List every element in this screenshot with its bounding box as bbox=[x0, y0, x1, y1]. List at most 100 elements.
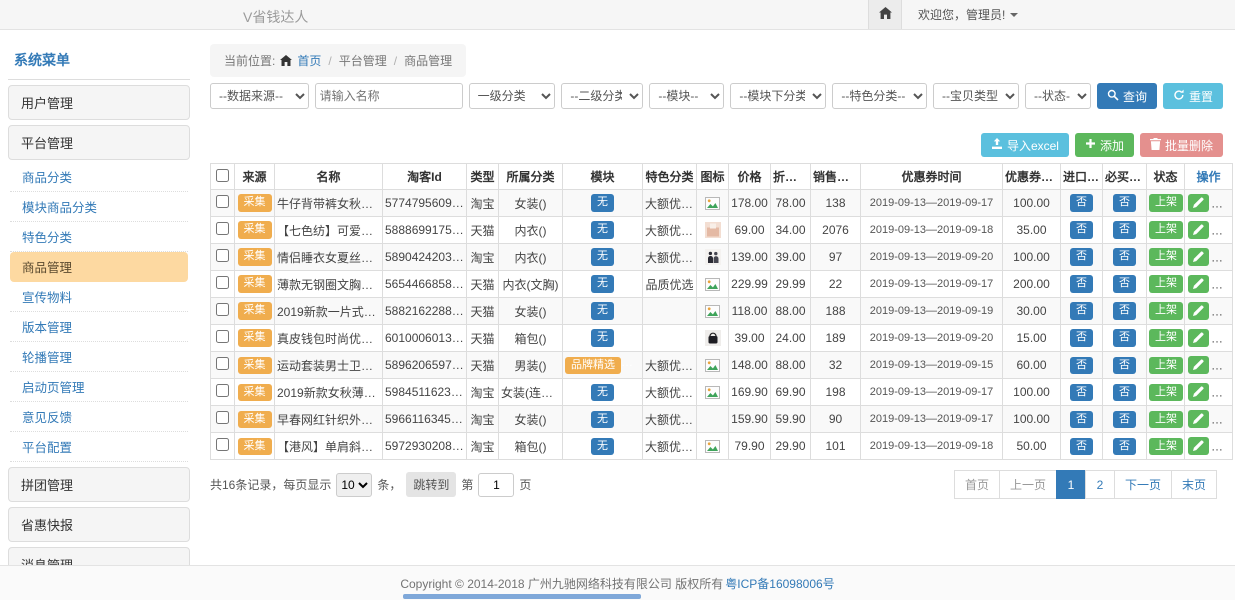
sidebar-item-product-management[interactable]: 商品管理 bbox=[10, 252, 188, 282]
coupon-amount-cell: 200.00 bbox=[1003, 271, 1061, 298]
must-buy-badge: 否 bbox=[1113, 221, 1136, 238]
row-checkbox[interactable] bbox=[216, 438, 229, 451]
add-button[interactable]: 添加 bbox=[1075, 133, 1134, 157]
select-all-checkbox[interactable] bbox=[216, 169, 229, 182]
import-choice-cell: 否 bbox=[1061, 217, 1103, 244]
sales-count-cell: 189 bbox=[811, 325, 861, 352]
row-select-cell bbox=[211, 271, 235, 298]
sidebar-group-platform-management[interactable]: 平台管理 bbox=[8, 125, 190, 160]
feature-category-select[interactable]: --特色分类-- bbox=[832, 83, 927, 109]
module-subcategory-select[interactable]: --模块下分类-- bbox=[730, 83, 826, 109]
reset-button[interactable]: 重置 bbox=[1163, 83, 1223, 109]
level1-category-select[interactable]: 一级分类 bbox=[469, 83, 556, 109]
module-badge: 无 bbox=[591, 384, 614, 401]
row-checkbox[interactable] bbox=[216, 249, 229, 262]
edit-button[interactable] bbox=[1188, 221, 1209, 239]
sidebar-item-feature-category[interactable]: 特色分类 bbox=[10, 222, 188, 252]
broken-image-icon bbox=[705, 386, 720, 399]
row-select-cell bbox=[211, 217, 235, 244]
home-button[interactable] bbox=[868, 0, 902, 29]
product-name-cell: 真皮钱包时尚优雅女士... bbox=[275, 325, 383, 352]
table-actions: 导入excel 添加 批量删除 bbox=[210, 133, 1223, 157]
sidebar-item-version-management[interactable]: 版本管理 bbox=[10, 312, 188, 342]
breadcrumb: 当前位置: 首页 / 平台管理 / 商品管理 bbox=[210, 44, 466, 77]
feature-category-cell bbox=[643, 298, 697, 325]
sales-count-cell: 97 bbox=[811, 244, 861, 271]
sidebar-item-feedback[interactable]: 意见反馈 bbox=[10, 402, 188, 432]
trash-icon bbox=[1150, 138, 1161, 153]
jump-page-input[interactable] bbox=[478, 473, 514, 497]
operations-cell bbox=[1185, 190, 1233, 217]
status-cell: 上架 bbox=[1147, 433, 1185, 460]
source-cell: 采集 bbox=[235, 379, 275, 406]
edit-button[interactable] bbox=[1188, 248, 1209, 266]
price-cell: 39.00 bbox=[729, 325, 771, 352]
name-input[interactable] bbox=[315, 83, 463, 109]
row-checkbox[interactable] bbox=[216, 384, 229, 397]
import-excel-button[interactable]: 导入excel bbox=[981, 133, 1069, 157]
edit-button[interactable] bbox=[1188, 302, 1209, 320]
status-cell: 上架 bbox=[1147, 352, 1185, 379]
module-select[interactable]: --模块-- bbox=[649, 83, 724, 109]
sidebar-item-product-category[interactable]: 商品分类 bbox=[10, 162, 188, 192]
module-badge: 无 bbox=[591, 438, 614, 455]
page-button-末页[interactable]: 末页 bbox=[1171, 470, 1217, 499]
edit-button[interactable] bbox=[1188, 437, 1209, 455]
operations-cell bbox=[1185, 433, 1233, 460]
page-button-首页[interactable]: 首页 bbox=[954, 470, 1000, 499]
row-checkbox[interactable] bbox=[216, 411, 229, 424]
page-button-下一页[interactable]: 下一页 bbox=[1114, 470, 1172, 499]
batch-delete-button[interactable]: 批量删除 bbox=[1140, 133, 1223, 157]
sidebar-item-promo-materials[interactable]: 宣传物料 bbox=[10, 282, 188, 312]
sidebar-item-splash-page-management[interactable]: 启动页管理 bbox=[10, 372, 188, 402]
page-button-上一页[interactable]: 上一页 bbox=[999, 470, 1057, 499]
row-checkbox[interactable] bbox=[216, 276, 229, 289]
edit-button[interactable] bbox=[1188, 410, 1209, 428]
upload-icon bbox=[991, 138, 1003, 153]
breadcrumb-home-link[interactable]: 首页 bbox=[297, 52, 321, 69]
shop-type-cell: 天猫 bbox=[467, 352, 499, 379]
page-button-1[interactable]: 1 bbox=[1056, 470, 1086, 499]
sidebar-item-module-product-category[interactable]: 模块商品分类 bbox=[10, 192, 188, 222]
edit-icon bbox=[1193, 331, 1204, 346]
data-source-select[interactable]: --数据来源-- bbox=[210, 83, 309, 109]
item-type-select[interactable]: --宝贝类型-- bbox=[933, 83, 1019, 109]
search-button[interactable]: 查询 bbox=[1097, 83, 1157, 109]
level2-category-select[interactable]: --二级分类-- bbox=[561, 83, 643, 109]
sidebar-submenu: 商品分类模块商品分类特色分类商品管理宣传物料版本管理轮播管理启动页管理意见反馈平… bbox=[8, 160, 190, 462]
column-header-0: 来源 bbox=[235, 164, 275, 190]
edit-button[interactable] bbox=[1188, 356, 1209, 374]
search-button-label: 查询 bbox=[1123, 88, 1147, 105]
row-checkbox[interactable] bbox=[216, 330, 229, 343]
operations-cell bbox=[1185, 406, 1233, 433]
edit-button[interactable] bbox=[1188, 329, 1209, 347]
row-checkbox[interactable] bbox=[216, 303, 229, 316]
sidebar-group-group-buy-management[interactable]: 拼团管理 bbox=[8, 467, 190, 502]
table-row: 采集运动套装男士卫衣初秋...589620659791天猫男装()品牌精选爱上运… bbox=[211, 352, 1233, 379]
sidebar-group-user-management[interactable]: 用户管理 bbox=[8, 85, 190, 120]
sidebar-item-platform-config[interactable]: 平台配置 bbox=[10, 432, 188, 462]
jump-button[interactable]: 跳转到 bbox=[406, 472, 456, 497]
import-choice-cell: 否 bbox=[1061, 352, 1103, 379]
row-checkbox[interactable] bbox=[216, 222, 229, 235]
row-checkbox[interactable] bbox=[216, 357, 229, 370]
column-header-10: 销售数量 bbox=[811, 164, 861, 190]
column-header-1: 名称 bbox=[275, 164, 383, 190]
edit-button[interactable] bbox=[1188, 194, 1209, 212]
sidebar-group-message-management[interactable]: 消息管理 bbox=[8, 547, 190, 565]
horizontal-scrollbar-thumb[interactable] bbox=[403, 594, 641, 599]
status-badge: 上架 bbox=[1149, 384, 1183, 401]
user-menu[interactable]: 欢迎您，管理员! bbox=[902, 6, 1018, 23]
source-cell: 采集 bbox=[235, 352, 275, 379]
coupon-amount-cell: 35.00 bbox=[1003, 217, 1061, 244]
edit-button[interactable] bbox=[1188, 383, 1209, 401]
sidebar-item-carousel-management[interactable]: 轮播管理 bbox=[10, 342, 188, 372]
edit-button[interactable] bbox=[1188, 275, 1209, 293]
row-checkbox[interactable] bbox=[216, 195, 229, 208]
sidebar: 系统菜单 用户管理平台管理商品分类模块商品分类特色分类商品管理宣传物料版本管理轮… bbox=[8, 44, 190, 565]
status-select[interactable]: --状态-- bbox=[1025, 83, 1091, 109]
icp-link[interactable]: 粤ICP备16098006号 bbox=[725, 575, 834, 592]
page-button-2[interactable]: 2 bbox=[1085, 470, 1115, 499]
per-page-select[interactable]: 10 bbox=[336, 473, 372, 497]
sidebar-group-saving-express[interactable]: 省惠快报 bbox=[8, 507, 190, 542]
